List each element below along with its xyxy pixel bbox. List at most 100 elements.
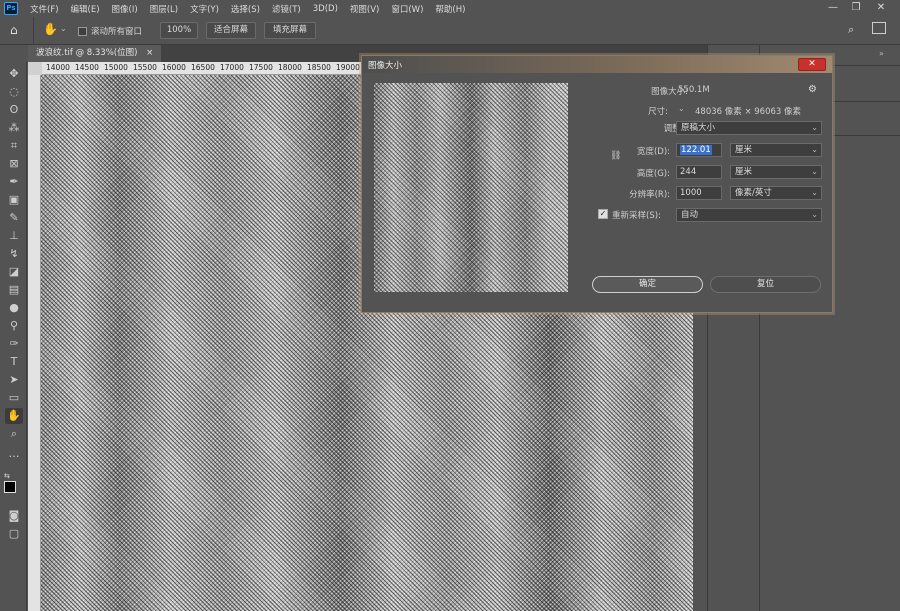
close-window-icon[interactable]: ✕ [870,0,892,17]
resolution-unit-select[interactable]: 像素/英寸 ⌄ [730,186,822,200]
chevron-down-icon: ⌄ [811,210,818,219]
screen-mode-icon[interactable]: ▢ [5,526,23,542]
ruler-label: 16000 [162,63,186,72]
chevron-down-icon[interactable]: ⌄ [60,24,67,33]
scroll-all-label: 滚动所有窗口 [91,27,143,37]
gear-icon[interactable]: ⚙ [808,84,817,95]
resolution-label: 分辨率(R): [629,190,670,200]
minimize-icon[interactable]: — [822,0,844,17]
menu-layer[interactable]: 图层(L) [144,3,184,15]
pen-tool-icon[interactable]: ✑ [5,336,23,352]
clone-stamp-icon[interactable]: ⊥ [5,228,23,244]
eraser-icon[interactable]: ◪ [5,264,23,280]
reset-button[interactable]: 复位 [710,276,821,293]
ruler-label: 18000 [278,63,302,72]
blur-tool-icon[interactable]: ● [5,300,23,316]
divider [33,17,34,45]
menu-3d[interactable]: 3D(D) [307,4,344,14]
menu-window[interactable]: 窗口(W) [385,3,429,15]
fit-screen-button[interactable]: 适合屏幕 [206,22,256,39]
brush-tool-icon[interactable]: ✎ [5,210,23,226]
height-unit-select[interactable]: 厘米 ⌄ [730,165,822,179]
document-tab-title: 波浪纹.tif @ 8.33%(位图) [36,48,138,58]
frame-tool-icon[interactable]: ⊠ [5,156,23,172]
resample-label: 重新采样(S): [612,211,661,221]
close-icon[interactable]: ✕ [798,58,826,71]
scroll-all-checkbox[interactable] [78,27,87,36]
move-tool-icon[interactable]: ✥ [5,66,23,82]
foreground-color-swatch[interactable] [4,481,16,493]
history-brush-icon[interactable]: ↯ [5,246,23,262]
menu-edit[interactable]: 编辑(E) [65,3,106,15]
photoshop-logo: Ps [4,2,18,15]
ok-button[interactable]: 确定 [592,276,703,293]
dialog-title: 图像大小 [368,61,403,71]
width-unit: 厘米 [735,145,753,155]
menu-type[interactable]: 文字(Y) [184,3,225,15]
chevron-down-icon: ⌄ [811,145,818,154]
width-field[interactable]: 122.01 [676,143,722,157]
menu-image[interactable]: 图像(I) [106,3,144,15]
fit-to-value: 原稿大小 [681,123,716,133]
search-icon[interactable]: ⌕ [848,23,854,37]
rectangle-tool-icon[interactable]: ▭ [5,390,23,406]
crop-tool-icon[interactable]: ⌗ [5,138,23,154]
ruler-label: 15000 [104,63,128,72]
ruler-label: 19000 [336,63,360,72]
image-preview[interactable] [374,83,568,292]
swap-colors-icon[interactable]: ⇆ [4,472,10,480]
lasso-tool-icon[interactable]: ʘ [5,102,23,118]
chevron-down-icon: ⌄ [811,123,818,132]
menu-filter[interactable]: 滤镜(T) [266,3,307,15]
path-select-icon[interactable]: ➤ [5,372,23,388]
document-tab[interactable]: 波浪纹.tif @ 8.33%(位图) × [28,45,162,62]
marquee-tool-icon[interactable]: ◌ [5,84,23,100]
tab-close-icon[interactable]: × [146,48,153,58]
workspace-icon[interactable] [872,22,886,34]
hand-tool-icon[interactable]: ✋ [5,408,23,424]
home-icon[interactable]: ⌂ [10,23,18,37]
resample-select[interactable]: 自动 ⌄ [676,208,822,222]
dimensions-value: 48036 像素 × 96063 像素 [695,107,802,117]
zoom-tool-icon[interactable]: ⌕ [5,426,23,442]
fit-to-select[interactable]: 原稿大小 ⌄ [676,121,822,135]
vertical-ruler [28,75,41,611]
healing-brush-icon[interactable]: ▣ [5,192,23,208]
dodge-tool-icon[interactable]: ⚲ [5,318,23,334]
menu-bar: Ps 文件(F) 编辑(E) 图像(I) 图层(L) 文字(Y) 选择(S) 滤… [0,0,900,17]
height-unit: 厘米 [735,167,753,177]
collapse-panels-icon[interactable]: » [879,49,884,58]
hand-tool-icon[interactable]: ✋ [43,22,58,36]
chevron-down-icon: ⌄ [811,167,818,176]
menu-select[interactable]: 选择(S) [225,3,266,15]
height-value: 244 [680,167,697,177]
width-label: 宽度(D): [636,147,670,157]
constrain-link-icon[interactable]: ⛓ [610,151,621,167]
dialog-title-bar[interactable]: 图像大小 ✕ [362,56,832,73]
image-size-value: 550.1M [678,85,710,95]
restore-icon[interactable]: ❐ [845,0,867,17]
width-value: 122.01 [680,145,712,155]
height-label: 高度(G): [636,169,670,179]
zoom-100-button[interactable]: 100% [160,22,198,39]
quick-mask-icon[interactable]: ◙ [5,508,23,524]
eyedropper-icon[interactable]: ✒ [5,174,23,190]
width-unit-select[interactable]: 厘米 ⌄ [730,143,822,157]
menu-help[interactable]: 帮助(H) [429,3,471,15]
resolution-value: 1000 [680,188,702,198]
ruler-label: 17500 [249,63,273,72]
height-field[interactable]: 244 [676,165,722,179]
dimensions-label: 尺寸: [648,107,668,117]
gradient-icon[interactable]: ▤ [5,282,23,298]
chevron-down-icon[interactable]: ⌄ [678,104,685,113]
fill-screen-button[interactable]: 填充屏幕 [264,22,316,39]
type-tool-icon[interactable]: T [5,354,23,370]
magic-wand-icon[interactable]: ⁂ [5,120,23,136]
resolution-field[interactable]: 1000 [676,186,722,200]
more-tools-icon[interactable]: … [5,446,23,462]
menu-file[interactable]: 文件(F) [24,3,65,15]
tools-panel: ✥ ◌ ʘ ⁂ ⌗ ⊠ ✒ ▣ ✎ ⊥ ↯ ◪ ▤ ● ⚲ ✑ T ➤ ▭ ✋ … [0,62,27,611]
menu-view[interactable]: 视图(V) [344,3,385,15]
ruler-label: 14000 [46,63,70,72]
resample-checkbox[interactable]: ✓ [598,209,608,219]
